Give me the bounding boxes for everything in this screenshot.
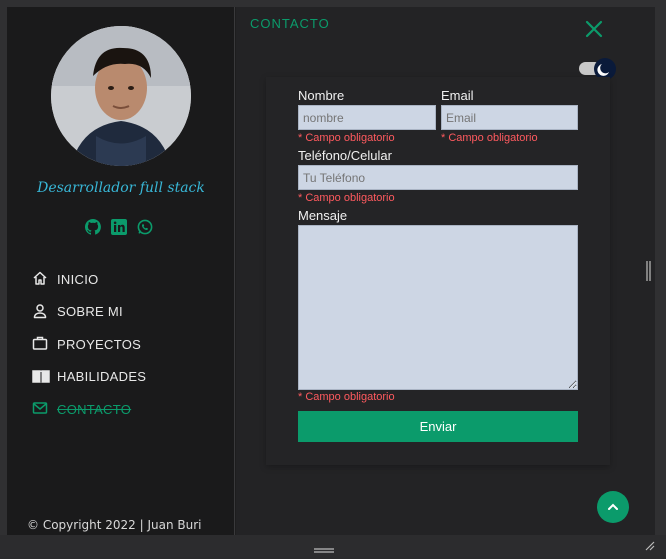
message-label: Mensaje [298,208,348,223]
message-textarea[interactable] [298,225,578,390]
avatar [51,26,191,166]
nav-item-proyectos[interactable]: PROYECTOS [32,328,146,361]
email-required-error: * Campo obligatorio [441,132,538,144]
email-input[interactable] [441,105,578,130]
sidebar: Desarrollador full stack INICIO SOBRE MI… [7,7,235,535]
nav-item-inicio[interactable]: INICIO [32,263,146,296]
github-icon[interactable] [84,219,101,235]
message-required-error: * Campo obligatorio [298,391,395,403]
user-icon [32,303,50,321]
nav-item-contacto[interactable]: CONTACTO [32,393,146,426]
nav-item-habilidades[interactable]: HABILIDADES [32,361,146,394]
chevron-up-icon [608,503,618,510]
role-title: Desarrollador full stack [37,180,205,196]
social-links [84,219,153,235]
nav-label: INICIO [57,271,99,287]
submit-button[interactable]: Enviar [298,411,578,442]
phone-required-error: * Campo obligatorio [298,192,395,204]
nav-label: CONTACTO [57,401,132,417]
name-label: Nombre [298,88,345,103]
briefcase-icon [32,335,50,353]
nav-item-sobre-mi[interactable]: SOBRE MI [32,296,146,329]
nav-label: SOBRE MI [57,304,123,320]
app-window: Desarrollador full stack INICIO SOBRE MI… [7,7,655,535]
name-input[interactable] [298,105,436,130]
phone-input[interactable] [298,165,578,190]
nav-label: HABILIDADES [57,369,147,385]
name-required-error: * Campo obligatorio [298,132,395,144]
book-icon [32,368,50,386]
horizontal-resize-grip[interactable] [313,540,335,553]
main-nav: INICIO SOBRE MI PROYECTOS HABILIDADES CO… [32,263,146,426]
phone-label: Teléfono/Celular [298,148,392,163]
vertical-scrollbar-grip[interactable] [646,260,652,282]
scroll-top-button[interactable] [597,491,629,523]
linkedin-icon[interactable] [111,219,127,235]
resize-corner-icon[interactable] [643,536,655,551]
email-label: Email [441,88,474,103]
home-icon [32,270,50,288]
nav-label: PROYECTOS [57,336,142,352]
mail-icon [32,400,50,418]
whatsapp-icon[interactable] [137,219,153,235]
copyright: © Copyright 2022 | Juan Buri [27,518,202,532]
section-title: CONTACTO [250,16,330,31]
browser-frame: Desarrollador full stack INICIO SOBRE MI… [0,0,666,557]
close-icon[interactable] [584,19,604,39]
